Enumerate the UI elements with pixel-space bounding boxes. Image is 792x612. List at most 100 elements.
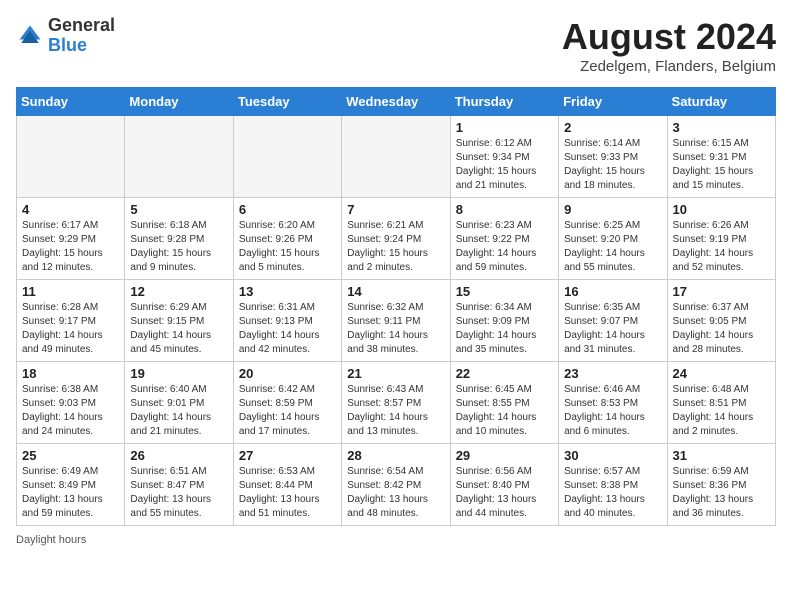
day-info: Sunrise: 6:57 AMSunset: 8:38 PMDaylight:… (564, 465, 661, 521)
calendar-cell: 4 Sunrise: 6:17 AMSunset: 9:29 PMDaylight… (17, 198, 125, 280)
calendar-cell: 19 Sunrise: 6:40 AMSunset: 9:01 PMDayligh… (125, 362, 233, 444)
day-number: 10 (673, 202, 770, 217)
day-number: 28 (347, 448, 444, 463)
day-number: 18 (22, 366, 119, 381)
day-info: Sunrise: 6:32 AMSunset: 9:11 PMDaylight:… (347, 301, 444, 357)
day-info: Sunrise: 6:20 AMSunset: 9:26 PMDaylight:… (239, 219, 336, 275)
calendar-table: SundayMondayTuesdayWednesdayThursdayFrid… (16, 87, 776, 526)
daylight-hours-label: Daylight hours (16, 534, 86, 546)
logo-icon (16, 22, 44, 50)
day-number: 23 (564, 366, 661, 381)
calendar-cell: 30Sunrise: 6:57 AMSunset: 8:38 PMDayligh… (559, 444, 667, 526)
day-number: 7 (347, 202, 444, 217)
calendar-week-2: 4 Sunrise: 6:17 AMSunset: 9:29 PMDaylight… (17, 198, 776, 280)
day-number: 8 (456, 202, 553, 217)
calendar-cell: 3 Sunrise: 6:15 AMSunset: 9:31 PMDaylight… (667, 116, 775, 198)
day-info: Sunrise: 6:37 AMSunset: 9:05 PMDaylight:… (673, 301, 770, 357)
calendar-cell: 29 Sunrise: 6:56 AMSunset: 8:40 PMDayligh… (450, 444, 558, 526)
calendar-week-1: 1 Sunrise: 6:12 AMSunset: 9:34 PMDaylight… (17, 116, 776, 198)
day-number: 12 (130, 284, 227, 299)
calendar-cell: 10 Sunrise: 6:26 AMSunset: 9:19 PMDayligh… (667, 198, 775, 280)
calendar-cell: 17 Sunrise: 6:37 AMSunset: 9:05 PMDayligh… (667, 280, 775, 362)
day-info: Sunrise: 6:54 AMSunset: 8:42 PMDaylight:… (347, 465, 444, 521)
day-info: Sunrise: 6:25 AMSunset: 9:20 PMDaylight:… (564, 219, 661, 275)
calendar-cell: 31 Sunrise: 6:59 AMSunset: 8:36 PMDayligh… (667, 444, 775, 526)
day-info: Sunrise: 6:29 AMSunset: 9:15 PMDaylight:… (130, 301, 227, 357)
title-block: August 2024 Zedelgem, Flanders, Belgium (562, 16, 776, 75)
calendar-cell: 23Sunrise: 6:46 AMSunset: 8:53 PMDayligh… (559, 362, 667, 444)
day-number: 4 (22, 202, 119, 217)
calendar-cell: 5 Sunrise: 6:18 AMSunset: 9:28 PMDaylight… (125, 198, 233, 280)
page-header: General Blue August 2024 Zedelgem, Fland… (16, 16, 776, 75)
day-info: Sunrise: 6:45 AMSunset: 8:55 PMDaylight:… (456, 383, 553, 439)
day-number: 1 (456, 120, 553, 135)
calendar-cell: 12 Sunrise: 6:29 AMSunset: 9:15 PMDayligh… (125, 280, 233, 362)
calendar-cell: 15 Sunrise: 6:34 AMSunset: 9:09 PMDayligh… (450, 280, 558, 362)
calendar-week-5: 25 Sunrise: 6:49 AMSunset: 8:49 PMDayligh… (17, 444, 776, 526)
day-info: Sunrise: 6:53 AMSunset: 8:44 PMDaylight:… (239, 465, 336, 521)
day-number: 5 (130, 202, 227, 217)
calendar-cell: 9 Sunrise: 6:25 AMSunset: 9:20 PMDaylight… (559, 198, 667, 280)
day-number: 21 (347, 366, 444, 381)
day-info: Sunrise: 6:56 AMSunset: 8:40 PMDaylight:… (456, 465, 553, 521)
col-header-wednesday: Wednesday (342, 88, 450, 116)
day-number: 14 (347, 284, 444, 299)
day-info: Sunrise: 6:18 AMSunset: 9:28 PMDaylight:… (130, 219, 227, 275)
calendar-cell (233, 116, 341, 198)
day-info: Sunrise: 6:59 AMSunset: 8:36 PMDaylight:… (673, 465, 770, 521)
day-info: Sunrise: 6:42 AMSunset: 8:59 PMDaylight:… (239, 383, 336, 439)
day-number: 6 (239, 202, 336, 217)
location: Zedelgem, Flanders, Belgium (562, 58, 776, 75)
day-info: Sunrise: 6:31 AMSunset: 9:13 PMDaylight:… (239, 301, 336, 357)
col-header-sunday: Sunday (17, 88, 125, 116)
col-header-monday: Monday (125, 88, 233, 116)
day-number: 2 (564, 120, 661, 135)
day-number: 22 (456, 366, 553, 381)
day-info: Sunrise: 6:38 AMSunset: 9:03 PMDaylight:… (22, 383, 119, 439)
col-header-thursday: Thursday (450, 88, 558, 116)
day-number: 25 (22, 448, 119, 463)
day-info: Sunrise: 6:51 AMSunset: 8:47 PMDaylight:… (130, 465, 227, 521)
day-number: 20 (239, 366, 336, 381)
day-number: 17 (673, 284, 770, 299)
calendar-cell: 6 Sunrise: 6:20 AMSunset: 9:26 PMDaylight… (233, 198, 341, 280)
day-info: Sunrise: 6:21 AMSunset: 9:24 PMDaylight:… (347, 219, 444, 275)
calendar-cell: 18 Sunrise: 6:38 AMSunset: 9:03 PMDayligh… (17, 362, 125, 444)
calendar-cell: 11Sunrise: 6:28 AMSunset: 9:17 PMDayligh… (17, 280, 125, 362)
day-info: Sunrise: 6:48 AMSunset: 8:51 PMDaylight:… (673, 383, 770, 439)
logo-text: General Blue (48, 16, 115, 56)
col-header-saturday: Saturday (667, 88, 775, 116)
calendar-week-3: 11Sunrise: 6:28 AMSunset: 9:17 PMDayligh… (17, 280, 776, 362)
calendar-cell: 7 Sunrise: 6:21 AMSunset: 9:24 PMDaylight… (342, 198, 450, 280)
calendar-cell: 16Sunrise: 6:35 AMSunset: 9:07 PMDayligh… (559, 280, 667, 362)
day-number: 3 (673, 120, 770, 135)
day-number: 16 (564, 284, 661, 299)
day-info: Sunrise: 6:23 AMSunset: 9:22 PMDaylight:… (456, 219, 553, 275)
day-info: Sunrise: 6:17 AMSunset: 9:29 PMDaylight:… (22, 219, 119, 275)
day-number: 15 (456, 284, 553, 299)
day-number: 9 (564, 202, 661, 217)
calendar-header-row: SundayMondayTuesdayWednesdayThursdayFrid… (17, 88, 776, 116)
day-info: Sunrise: 6:15 AMSunset: 9:31 PMDaylight:… (673, 137, 770, 193)
month-year: August 2024 (562, 16, 776, 58)
calendar-cell: 20 Sunrise: 6:42 AMSunset: 8:59 PMDayligh… (233, 362, 341, 444)
logo: General Blue (16, 16, 115, 56)
day-number: 27 (239, 448, 336, 463)
day-info: Sunrise: 6:26 AMSunset: 9:19 PMDaylight:… (673, 219, 770, 275)
footer: Daylight hours (16, 534, 776, 546)
calendar-cell: 26 Sunrise: 6:51 AMSunset: 8:47 PMDayligh… (125, 444, 233, 526)
day-number: 19 (130, 366, 227, 381)
day-info: Sunrise: 6:40 AMSunset: 9:01 PMDaylight:… (130, 383, 227, 439)
day-number: 11 (22, 284, 119, 299)
day-number: 31 (673, 448, 770, 463)
day-info: Sunrise: 6:34 AMSunset: 9:09 PMDaylight:… (456, 301, 553, 357)
calendar-cell: 2Sunrise: 6:14 AMSunset: 9:33 PMDaylight… (559, 116, 667, 198)
day-info: Sunrise: 6:49 AMSunset: 8:49 PMDaylight:… (22, 465, 119, 521)
day-info: Sunrise: 6:43 AMSunset: 8:57 PMDaylight:… (347, 383, 444, 439)
day-number: 29 (456, 448, 553, 463)
calendar-cell: 21 Sunrise: 6:43 AMSunset: 8:57 PMDayligh… (342, 362, 450, 444)
calendar-cell (17, 116, 125, 198)
calendar-cell: 24Sunrise: 6:48 AMSunset: 8:51 PMDayligh… (667, 362, 775, 444)
day-info: Sunrise: 6:12 AMSunset: 9:34 PMDaylight:… (456, 137, 553, 193)
day-number: 26 (130, 448, 227, 463)
